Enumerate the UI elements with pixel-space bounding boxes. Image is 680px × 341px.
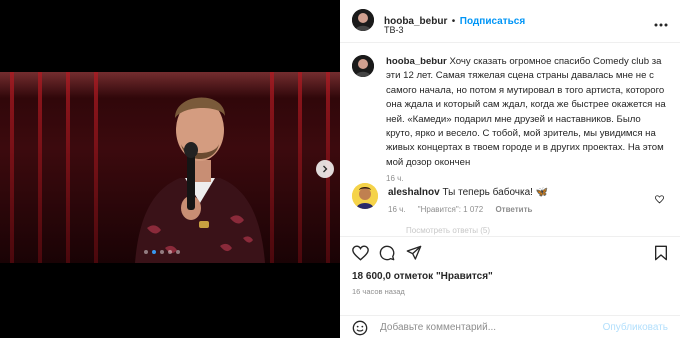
comment-meta: 16 ч. "Нравится": 1 072 Ответить	[388, 205, 542, 214]
avatar[interactable]	[352, 183, 378, 209]
next-slide-button[interactable]	[316, 160, 334, 178]
post-location[interactable]: ТВ-3	[384, 25, 404, 35]
performer-image	[135, 97, 265, 263]
carousel-dot	[160, 250, 164, 254]
comment-input[interactable]	[380, 322, 590, 333]
avatar-image	[352, 183, 378, 209]
carousel-dot	[168, 250, 172, 254]
comment-like-button[interactable]	[654, 191, 665, 209]
comment-likes[interactable]: "Нравится": 1 072	[418, 205, 483, 214]
caption-username[interactable]: hooba_bebur	[386, 56, 447, 67]
publish-button[interactable]: Опубликовать	[603, 322, 668, 333]
stage-stripe	[10, 72, 14, 263]
bookmark-icon	[655, 245, 667, 261]
reply-button[interactable]: Ответить	[495, 205, 532, 214]
avatar[interactable]	[352, 9, 374, 31]
stage-stripe	[94, 72, 98, 263]
stage-stripe	[38, 72, 42, 263]
avatar-image	[352, 55, 374, 77]
comment-body: Ты теперь бабочка! 🦋	[442, 187, 549, 198]
post-media	[0, 0, 340, 338]
carousel-dot	[144, 250, 148, 254]
heart-icon	[352, 245, 369, 261]
post-photo	[0, 72, 340, 263]
comment-button[interactable]	[379, 245, 395, 266]
post-header: hooba_bebur • Подписаться ТВ-3	[340, 0, 680, 43]
post-time[interactable]: 16 часов назад	[352, 287, 405, 296]
comment-icon	[379, 245, 395, 261]
more-options-button[interactable]	[654, 14, 668, 32]
caption-body: Хочу сказать огромное спасибо Comedy clu…	[386, 56, 666, 168]
save-button[interactable]	[654, 245, 668, 266]
share-button[interactable]	[406, 245, 422, 266]
like-button[interactable]	[352, 245, 369, 266]
more-icon	[654, 23, 668, 27]
heart-icon	[654, 195, 665, 204]
emoji-icon	[352, 320, 368, 336]
avatar[interactable]	[352, 55, 374, 77]
post-actions: 18 600,0 отметок "Нравится" 16 часов наз…	[340, 236, 680, 339]
carousel-dot	[152, 250, 156, 254]
avatar-image	[352, 9, 374, 31]
stage-stripe	[298, 72, 302, 263]
caption-time[interactable]: 16 ч.	[386, 172, 666, 186]
carousel-dot	[176, 250, 180, 254]
chevron-right-icon	[323, 165, 328, 173]
comment-time[interactable]: 16 ч.	[388, 205, 406, 214]
comment-form: Опубликовать	[340, 315, 680, 340]
header-separator: •	[451, 16, 456, 27]
post-sidebar: hooba_bebur • Подписаться ТВ-3 hooba_beb…	[340, 0, 680, 339]
likes-count[interactable]: 18 600,0 отметок "Нравится"	[352, 271, 493, 282]
carousel-indicator	[144, 250, 180, 254]
caption-text: hooba_bebur Хочу сказать огромное спасиб…	[386, 55, 666, 187]
comment-text: aleshalnov Ты теперь бабочка! 🦋	[388, 187, 548, 198]
share-icon	[406, 245, 422, 260]
follow-button[interactable]: Подписаться	[460, 16, 525, 27]
comment-username[interactable]: aleshalnov	[388, 187, 440, 198]
view-replies-link[interactable]: Посмотреть ответы (5)	[406, 226, 490, 235]
stage-stripe	[66, 72, 70, 263]
